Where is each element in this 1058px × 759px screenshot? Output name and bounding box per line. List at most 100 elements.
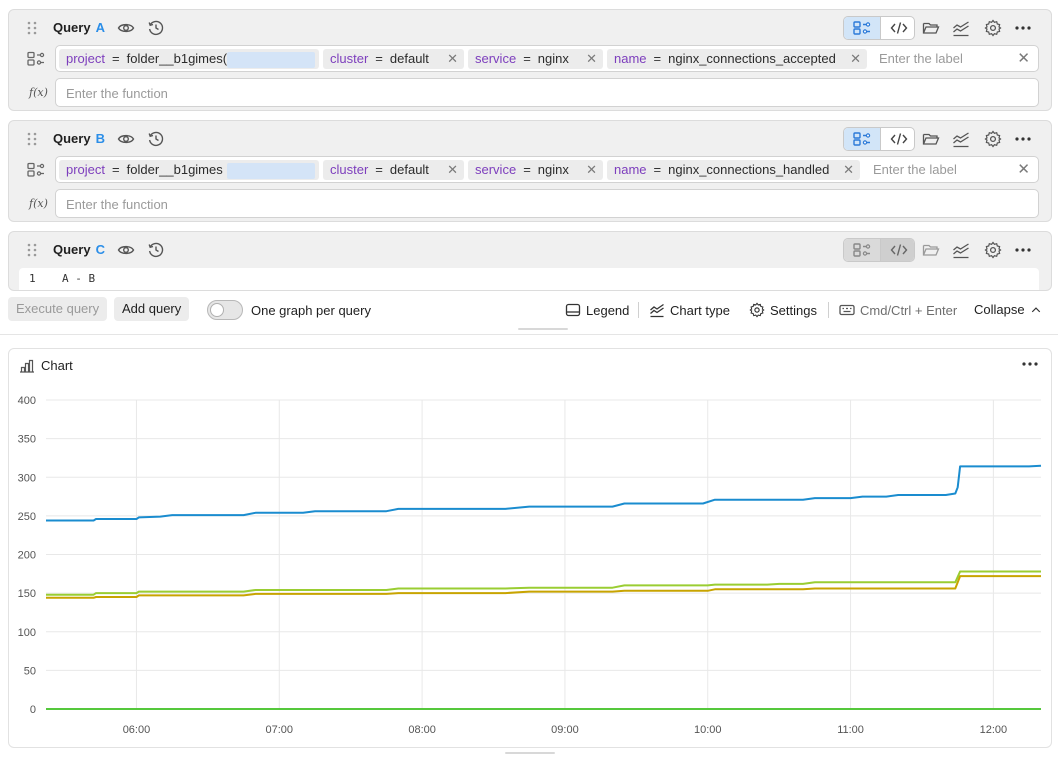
eye-icon[interactable]	[117, 241, 135, 259]
label-operator: =	[112, 162, 120, 177]
more-icon[interactable]	[1014, 241, 1032, 259]
mode-code-button[interactable]	[880, 239, 914, 261]
query-a-block: Query A project = folder__b1gimes(clust…	[8, 9, 1052, 111]
drag-handle-icon[interactable]	[26, 21, 38, 35]
function-icon: f(x)	[29, 197, 48, 210]
label-chip-name[interactable]: name = nginx_connections_handled ✕	[607, 160, 860, 180]
y-tick-label: 250	[18, 511, 36, 523]
legend-button[interactable]: Legend	[565, 302, 629, 318]
remove-label-icon[interactable]: ✕	[843, 160, 854, 180]
remove-label-icon[interactable]: ✕	[850, 49, 861, 69]
line-chart[interactable]: 0 50 100 150 200 250 300 350 400 06:00 07:00 08:00 0…	[9, 349, 1051, 747]
query-b-block: Query B project = folder__b1gimes cluste…	[8, 120, 1052, 222]
label-chip-project[interactable]: project = folder__b1gimes	[59, 160, 319, 180]
mode-builder-button[interactable]	[844, 239, 880, 261]
remove-label-icon[interactable]: ✕	[447, 49, 458, 69]
folder-icon	[922, 241, 940, 259]
label-key: service	[475, 162, 517, 177]
divider	[828, 302, 829, 318]
mode-code-button[interactable]	[880, 17, 914, 39]
x-tick-label: 07:00	[266, 724, 294, 736]
gear-icon[interactable]	[984, 241, 1002, 259]
label-chip-service[interactable]: service = nginx ✕	[468, 49, 603, 69]
x-tick-label: 08:00	[408, 724, 436, 736]
label-selector-input[interactable]: project = folder__b1gimes( cluster = default…	[55, 45, 1039, 72]
label-selector-input[interactable]: project = folder__b1gimes cluster = default …	[55, 156, 1039, 183]
mode-switch	[843, 238, 915, 262]
settings-button[interactable]: Settings	[749, 302, 817, 318]
collapse-button[interactable]: Collapse	[974, 302, 1042, 317]
label-operator: =	[653, 51, 662, 66]
settings-label: Settings	[770, 302, 817, 318]
remove-label-icon[interactable]: ✕	[586, 160, 597, 180]
label-operator: =	[523, 51, 531, 66]
labels-icon	[27, 162, 45, 178]
chevron-up-icon	[1031, 306, 1040, 312]
label-chip-name[interactable]: name = nginx_connections_accepted ✕	[607, 49, 867, 69]
add-query-button[interactable]: Add query	[114, 297, 190, 321]
mode-code-button[interactable]	[880, 128, 914, 150]
query-title: Query B	[53, 131, 105, 146]
x-tick-label: 10:00	[694, 724, 722, 736]
query-letter: A	[95, 20, 105, 35]
redacted-value	[227, 163, 315, 179]
label-chip-cluster[interactable]: cluster = default ✕	[323, 49, 464, 69]
label-chip-cluster[interactable]: cluster = default ✕	[323, 160, 464, 180]
folder-icon[interactable]	[922, 130, 940, 148]
label-chip-project[interactable]: project = folder__b1gimes(	[59, 49, 319, 69]
more-icon[interactable]	[1014, 19, 1032, 37]
function-placeholder: Enter the function	[66, 86, 168, 101]
chart-style-icon[interactable]	[952, 241, 970, 259]
clear-labels-icon[interactable]: ✕	[1017, 160, 1030, 178]
resize-handle[interactable]	[518, 328, 568, 330]
folder-icon[interactable]	[922, 19, 940, 37]
label-operator: =	[523, 162, 531, 177]
mode-builder-button[interactable]	[844, 128, 880, 150]
more-icon[interactable]	[1014, 130, 1032, 148]
remove-label-icon[interactable]: ✕	[447, 160, 458, 180]
chart-panel: Chart 0 50 100 150 200 250 300 350 400 06:00 07:00…	[8, 348, 1052, 748]
label-placeholder[interactable]: Enter the label	[873, 162, 957, 177]
query-letter: C	[95, 242, 105, 257]
query-title: Query C	[53, 242, 105, 257]
code-text: A - B	[62, 272, 96, 285]
label-value: nginx_connections_accepted	[668, 51, 836, 66]
history-icon[interactable]	[147, 130, 165, 148]
gear-icon[interactable]	[984, 130, 1002, 148]
label-operator: =	[375, 51, 383, 66]
function-input[interactable]: Enter the function	[55, 78, 1039, 107]
chart-style-icon[interactable]	[952, 130, 970, 148]
query-b-header: Query B	[9, 121, 1051, 157]
labels-icon	[27, 51, 45, 67]
shortcut-label: Cmd/Ctrl + Enter	[860, 302, 958, 318]
resize-handle[interactable]	[505, 752, 555, 754]
y-tick-label: 150	[18, 588, 36, 600]
mode-builder-button[interactable]	[844, 17, 880, 39]
eye-icon[interactable]	[117, 130, 135, 148]
label-placeholder[interactable]: Enter the label	[879, 51, 963, 66]
remove-label-icon[interactable]: ✕	[586, 49, 597, 69]
clear-labels-icon[interactable]: ✕	[1017, 49, 1030, 67]
code-editor[interactable]: 1 A - B	[19, 268, 1039, 290]
eye-icon[interactable]	[117, 19, 135, 37]
query-title-text: Query	[53, 131, 91, 146]
chart-type-button[interactable]: Chart type	[649, 302, 730, 318]
history-icon[interactable]	[147, 241, 165, 259]
drag-handle-icon[interactable]	[26, 132, 38, 146]
label-key: name	[614, 51, 647, 66]
drag-handle-icon[interactable]	[26, 243, 38, 257]
chart-type-icon	[650, 303, 664, 318]
label-key: project	[66, 162, 106, 177]
label-chip-service[interactable]: service = nginx ✕	[468, 160, 603, 180]
execute-query-button[interactable]: Execute query	[8, 297, 108, 321]
history-icon[interactable]	[147, 19, 165, 37]
x-tick-label: 11:00	[837, 724, 864, 736]
label-value: default	[389, 51, 429, 66]
function-icon: f(x)	[29, 86, 48, 99]
one-graph-toggle[interactable]	[207, 300, 243, 320]
function-input[interactable]: Enter the function	[55, 189, 1039, 218]
label-value: folder__b1gimes	[126, 162, 223, 177]
mode-switch	[843, 16, 915, 40]
gear-icon[interactable]	[984, 19, 1002, 37]
chart-style-icon[interactable]	[952, 19, 970, 37]
